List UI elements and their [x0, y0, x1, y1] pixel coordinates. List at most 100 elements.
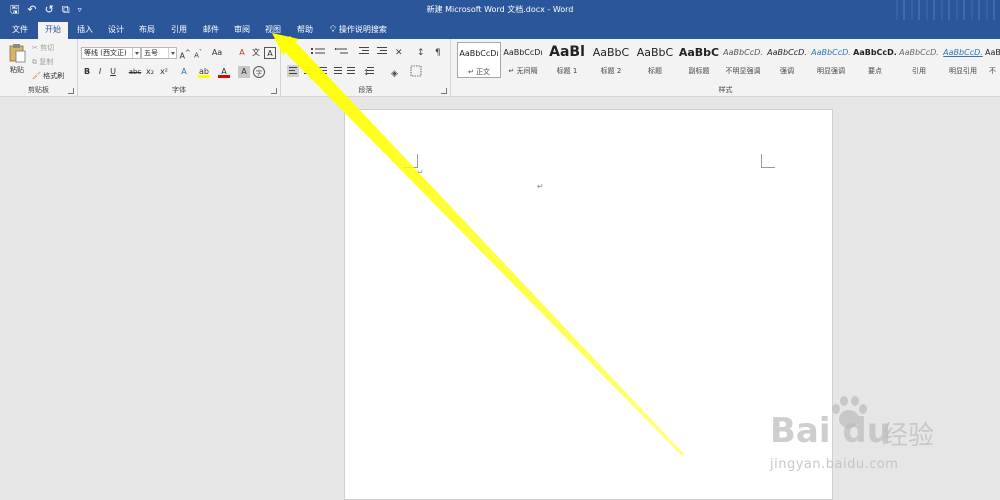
paragraph-dialog-launcher[interactable]: [441, 88, 447, 94]
font-group: 等线 (西文正) 五号 A^ A˅ Aa A 文 A B I U abc x₂ …: [78, 39, 281, 97]
subscript-icon: x₂: [146, 67, 154, 76]
document-page[interactable]: ↵ ↵: [344, 109, 833, 500]
font-size-combo[interactable]: 五号: [141, 47, 177, 59]
tab-view[interactable]: 视图: [259, 22, 287, 39]
borders-icon: [410, 65, 422, 77]
font-name-combo[interactable]: 等线 (西文正): [81, 47, 141, 59]
baidu-watermark: Bai du 经验 jingyan.baidu.com: [770, 395, 990, 485]
style-more[interactable]: AaB 不: [985, 42, 1000, 78]
phonetic-guide-button[interactable]: 文: [250, 47, 262, 59]
style-subtle-emphasis[interactable]: AaBbCcD. 不明显强调: [721, 42, 765, 78]
styles-group: AaBbCcDı ↵ 正文 AaBbCcDı ↵ 无间隔 AaBl 标题 1 A…: [451, 39, 1000, 97]
bold-button[interactable]: B: [81, 66, 93, 78]
bold-icon: B: [83, 67, 91, 76]
tab-references[interactable]: 引用: [165, 22, 193, 39]
grow-font-button[interactable]: A^: [179, 47, 191, 61]
character-border-button[interactable]: A: [264, 47, 276, 59]
subscript-button[interactable]: x₂: [144, 66, 156, 78]
cut-button[interactable]: ✂ 剪切: [32, 43, 54, 53]
style-title[interactable]: AaBbC 标题: [633, 42, 677, 78]
text-effects-button[interactable]: A: [178, 66, 190, 78]
tab-home[interactable]: 开始: [38, 22, 68, 39]
style-strong[interactable]: AaBbCcD. 要点: [853, 42, 897, 78]
font-color-button[interactable]: A: [218, 66, 230, 78]
style-subtitle[interactable]: AaBbC 副标题: [677, 42, 721, 78]
highlight-button[interactable]: ab: [198, 66, 210, 78]
tab-insert[interactable]: 插入: [71, 22, 99, 39]
enclose-characters-icon: 字: [255, 70, 262, 77]
style-name: 要点: [868, 67, 882, 75]
styles-group-label: 样式: [718, 86, 733, 94]
font-dialog-launcher[interactable]: [271, 88, 277, 94]
tab-file[interactable]: 文件: [6, 22, 34, 39]
cut-label: 剪切: [40, 44, 55, 52]
tab-design[interactable]: 设计: [102, 22, 130, 39]
strikethrough-button[interactable]: abc: [128, 66, 142, 78]
paste-label: 粘贴: [10, 66, 24, 74]
style-preview: AaBbCcDı: [459, 49, 499, 58]
style-heading-1[interactable]: AaBl 标题 1: [545, 42, 589, 78]
style-heading-2[interactable]: AaBbC 标题 2: [589, 42, 633, 78]
font-group-label: 字体: [172, 86, 186, 94]
svg-text:◈: ◈: [391, 69, 398, 79]
copy-icon: ⧉: [32, 58, 37, 66]
title-bar: 🖫 ↶ ↺ ⧉ ▿ 新建 Microsoft Word 文档.docx - Wo…: [0, 0, 1000, 20]
style-no-spacing[interactable]: AaBbCcDı ↵ 无间隔: [501, 42, 545, 78]
style-name: 不明显强调: [725, 67, 761, 75]
font-name-value: 等线 (西文正): [84, 49, 127, 57]
tell-me-search[interactable]: 💡︎ 操作说明搜索: [324, 22, 393, 39]
style-preview: AaB: [985, 48, 1000, 57]
chevron-down-icon: [132, 48, 140, 58]
line-spacing-icon: ↕: [363, 67, 374, 77]
change-case-icon: Aa: [211, 48, 223, 57]
show-marks-icon: ¶: [435, 48, 441, 58]
paragraph-mark: ↵: [537, 182, 544, 191]
tab-review[interactable]: 审阅: [228, 22, 256, 39]
change-case-button[interactable]: Aa: [209, 47, 225, 59]
shrink-font-button[interactable]: A˅: [192, 47, 204, 59]
strikethrough-icon: abc: [128, 68, 142, 76]
bullets-icon: [289, 48, 301, 54]
clipboard-dialog-launcher[interactable]: [68, 88, 74, 94]
italic-button[interactable]: I: [94, 66, 106, 78]
copy-button[interactable]: ⧉ 复制: [32, 57, 53, 67]
style-preview: AaBbCcDı: [503, 48, 543, 57]
justify-icon: [334, 67, 342, 74]
superscript-icon: x²: [160, 67, 168, 76]
style-preview: AaBbCcD.: [811, 48, 851, 57]
decrease-indent-icon: [359, 47, 369, 54]
superscript-button[interactable]: x²: [158, 66, 170, 78]
style-intense-quote[interactable]: AaBbCcD. 明显引用: [941, 42, 985, 78]
align-center-icon: [304, 67, 312, 74]
svg-text:¶: ¶: [435, 48, 441, 58]
style-name: 标题 1: [556, 67, 578, 75]
sort-icon: ↕: [417, 48, 425, 58]
style-quote[interactable]: AaBbCcD. 引用: [897, 42, 941, 78]
paragraph-group-label: 段落: [358, 86, 373, 94]
character-shading-icon: A: [241, 67, 247, 76]
style-emphasis[interactable]: AaBbCcD. 强调: [765, 42, 809, 78]
watermark-url: jingyan.baidu.com: [770, 457, 899, 472]
tab-help[interactable]: 帮助: [291, 22, 319, 39]
style-name: 标题: [648, 67, 662, 75]
style-intense-emphasis[interactable]: AaBbCcD. 明显强调: [809, 42, 853, 78]
paragraph-controls[interactable]: ✕ ↕ ¶ ↕ ◈: [287, 45, 447, 85]
style-name: ↵ 正文: [467, 68, 491, 76]
clear-formatting-button[interactable]: A: [236, 47, 248, 59]
style-preview: AaBbCcD.: [899, 48, 939, 57]
tab-mailings[interactable]: 邮件: [197, 22, 225, 39]
enclose-characters-button[interactable]: 字: [253, 66, 265, 78]
character-shading-button[interactable]: A: [238, 66, 250, 78]
chinese-layout-icon: ✕: [395, 48, 403, 58]
margin-corner-top-right: [761, 154, 775, 168]
title-bar-decoration: [890, 0, 1000, 20]
tab-layout[interactable]: 布局: [133, 22, 161, 39]
clear-formatting-icon: A: [239, 48, 245, 57]
text-effects-icon: A: [181, 67, 187, 76]
style-normal[interactable]: AaBbCcDı ↵ 正文: [457, 42, 501, 78]
shading-icon: ◈: [391, 69, 398, 79]
numbering-icon: [311, 48, 325, 54]
underline-button[interactable]: U: [107, 66, 119, 78]
paste-button[interactable]: 粘贴: [6, 43, 28, 79]
format-painter-button[interactable]: 🖌︎ 格式刷: [32, 71, 64, 81]
